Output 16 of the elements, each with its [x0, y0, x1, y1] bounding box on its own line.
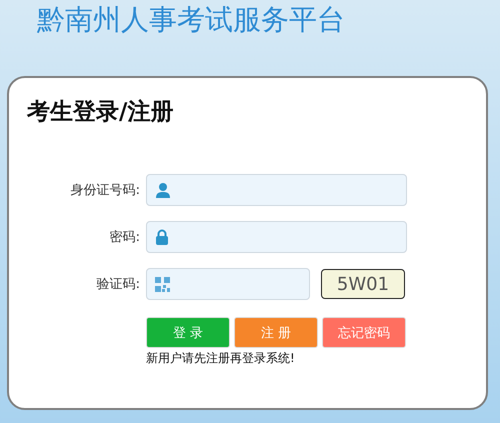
site-title: 黔南州人事考试服务平台: [36, 2, 346, 38]
register-button[interactable]: 注 册: [234, 317, 318, 348]
login-button[interactable]: 登 录: [146, 317, 230, 348]
captcha-image[interactable]: 5W01: [321, 269, 405, 299]
user-icon: [155, 182, 171, 198]
forgot-password-button[interactable]: 忘记密码: [322, 317, 406, 348]
field-label: 验证码:: [96, 276, 140, 293]
password-field[interactable]: [146, 221, 407, 253]
hint-text: 新用户请先注册再登录系统!: [146, 350, 296, 367]
field-label: 密码:: [110, 229, 140, 246]
field-label: 身份证号码:: [70, 182, 140, 199]
lock-icon: [155, 229, 169, 245]
card-title: 考生登录/注册: [27, 97, 174, 127]
qr-code-icon: [155, 276, 170, 292]
captcha-field[interactable]: [146, 268, 310, 300]
id-number-field[interactable]: [146, 174, 407, 206]
